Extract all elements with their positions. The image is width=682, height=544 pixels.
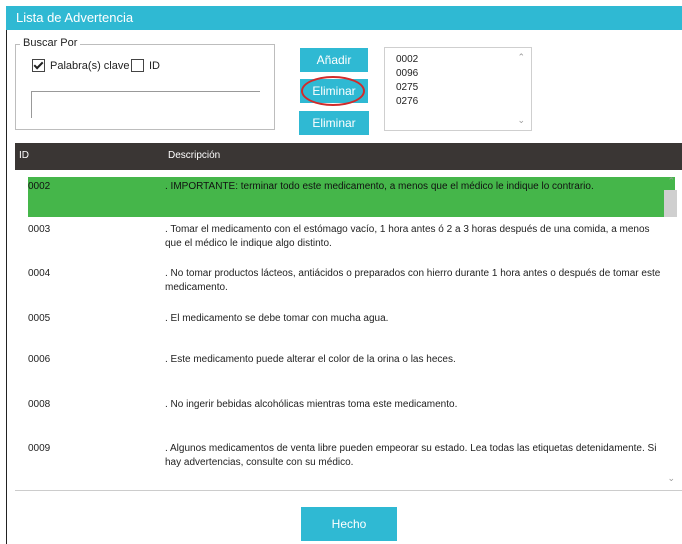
row-id: 0003 xyxy=(28,224,51,235)
table-row[interactable]: 0002 . IMPORTANTE: terminar todo este me… xyxy=(28,177,675,217)
chevron-up-icon[interactable]: ⌃ xyxy=(667,176,675,187)
done-button[interactable]: Hecho xyxy=(301,507,397,541)
row-id: 0002 xyxy=(28,181,51,192)
chevron-down-icon[interactable]: ⌄ xyxy=(667,473,675,484)
chevron-down-icon[interactable]: ⌄ xyxy=(517,115,525,126)
column-header-id[interactable]: ID xyxy=(19,150,29,161)
search-input[interactable] xyxy=(31,91,260,118)
remove-all-button[interactable]: Eliminar todo xyxy=(299,111,369,154)
chevron-up-icon[interactable]: ⌃ xyxy=(517,52,525,63)
check-icon[interactable] xyxy=(32,59,45,72)
row-description: . No tomar productos lácteos, antiácidos… xyxy=(165,268,661,293)
warnings-table[interactable]: 0002 . IMPORTANTE: terminar todo este me… xyxy=(15,170,682,491)
selected-codes-list[interactable]: 0002 0096 0275 0276 ⌃ ⌄ xyxy=(384,47,532,131)
table-row[interactable]: 0004 . No tomar productos lácteos, antiá… xyxy=(28,266,675,306)
column-header-description[interactable]: Descripción xyxy=(168,150,220,161)
window-border xyxy=(6,30,7,544)
list-item[interactable]: 0276 xyxy=(396,96,418,107)
table-header: ID Descripción xyxy=(15,143,682,170)
row-id: 0009 xyxy=(28,443,51,454)
table-row[interactable]: 0006 . Este medicamento puede alterar el… xyxy=(28,353,675,383)
table-row[interactable]: 0003 . Tomar el medicamento con el estóm… xyxy=(28,222,675,262)
id-checkbox[interactable]: ID xyxy=(131,59,160,72)
add-button[interactable]: Añadir xyxy=(300,48,368,72)
highlight-annotation xyxy=(301,76,365,106)
keyword-checkbox[interactable]: Palabra(s) clave xyxy=(32,59,129,72)
list-item[interactable]: 0275 xyxy=(396,82,418,93)
row-description: . Algunos medicamentos de venta libre pu… xyxy=(165,443,657,468)
row-description: . Este medicamento puede alterar el colo… xyxy=(165,354,456,365)
keyword-label: Palabra(s) clave xyxy=(50,59,130,72)
row-id: 0004 xyxy=(28,268,51,279)
id-label: ID xyxy=(149,59,160,72)
row-description: . IMPORTANTE: terminar todo este medicam… xyxy=(165,181,594,192)
checkbox-box[interactable] xyxy=(131,59,144,72)
list-item[interactable]: 0002 xyxy=(396,54,418,65)
window-titlebar: Lista de Advertencia xyxy=(6,6,682,30)
table-scrollbar[interactable]: ⌃ ⌄ xyxy=(661,170,679,490)
list-item[interactable]: 0096 xyxy=(396,68,418,79)
row-id: 0008 xyxy=(28,399,51,410)
search-group-label: Buscar Por xyxy=(20,37,81,49)
row-id: 0006 xyxy=(28,354,51,365)
row-description: . Tomar el medicamento con el estómago v… xyxy=(165,224,650,249)
row-description: . No ingerir bebidas alcohólicas mientra… xyxy=(165,399,458,410)
table-row[interactable]: 0008 . No ingerir bebidas alcohólicas mi… xyxy=(28,398,675,428)
row-description: . El medicamento se debe tomar con mucha… xyxy=(165,313,389,324)
row-id: 0005 xyxy=(28,313,51,324)
table-row[interactable]: 0009 . Algunos medicamentos de venta lib… xyxy=(28,441,675,481)
scrollbar-thumb[interactable] xyxy=(664,190,677,217)
window-title: Lista de Advertencia xyxy=(16,10,134,25)
table-row[interactable]: 0005 . El medicamento se debe tomar con … xyxy=(28,311,675,341)
